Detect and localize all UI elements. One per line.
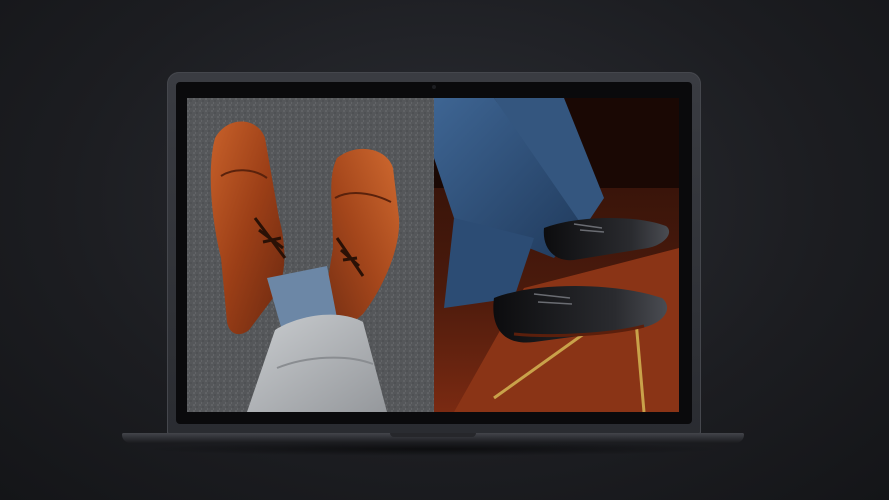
laptop-lid bbox=[167, 72, 701, 434]
brown-shoes-photo bbox=[187, 98, 434, 412]
trackpad-notch bbox=[390, 433, 476, 437]
black-shoes-photo bbox=[434, 98, 679, 412]
laptop-base bbox=[122, 433, 744, 443]
webcam-icon bbox=[432, 85, 436, 89]
laptop-screen bbox=[187, 98, 679, 412]
mockup-stage bbox=[0, 0, 889, 500]
laptop-shadow bbox=[140, 442, 726, 456]
screen-bezel bbox=[176, 82, 692, 424]
